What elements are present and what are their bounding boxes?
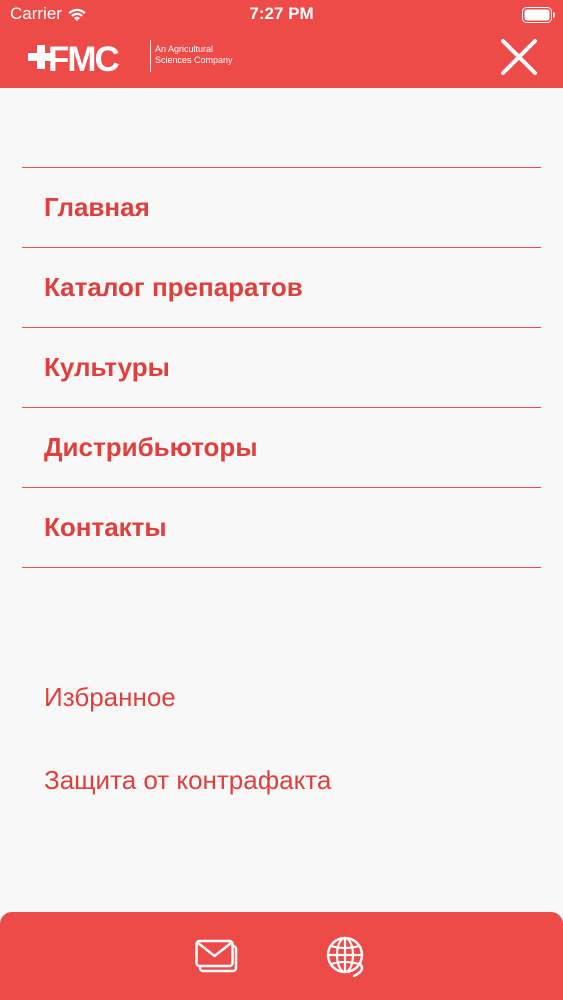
logo-brand-text: FMC: [48, 40, 120, 74]
favorites-link[interactable]: Избранное: [44, 676, 331, 759]
counterfeit-protection-link[interactable]: Защита от контрафакта: [44, 759, 331, 842]
secondary-links: Избранное Защита от контрафакта: [44, 676, 331, 842]
mail-icon[interactable]: [195, 938, 239, 974]
bottom-bar: [0, 912, 563, 1000]
menu-item-distributors[interactable]: Дистрибьюторы: [22, 408, 541, 488]
menu-item-label: Каталог препаратов: [44, 272, 303, 302]
status-bar: Carrier 7:27 PM: [0, 0, 563, 30]
menu-item-label: Культуры: [44, 352, 170, 382]
main-menu: Главная Каталог препаратов Культуры Дист…: [22, 167, 541, 568]
fmc-logo: FMC An Agricultural Sciences Company: [28, 40, 248, 74]
menu-item-home[interactable]: Главная: [22, 168, 541, 248]
status-time: 7:27 PM: [249, 4, 314, 23]
globe-icon[interactable]: [324, 934, 370, 980]
battery-icon: [522, 7, 555, 23]
fmc-logo-mark: FMC: [28, 40, 122, 74]
close-icon[interactable]: [500, 38, 538, 76]
logo-tagline-line1: An Agricultural: [155, 44, 214, 54]
menu-item-label: Контакты: [44, 512, 167, 542]
menu-item-label: Главная: [44, 192, 150, 222]
menu-item-label: Дистрибьюторы: [44, 432, 258, 462]
menu-item-contacts[interactable]: Контакты: [22, 488, 541, 568]
menu-item-crops[interactable]: Культуры: [22, 328, 541, 408]
app-header: Carrier 7:27 PM FMC An Agricultural Scie…: [0, 0, 563, 88]
logo-tagline-line2: Sciences Company: [155, 55, 233, 65]
menu-item-catalog[interactable]: Каталог препаратов: [22, 248, 541, 328]
logo-tagline: An Agricultural Sciences Company: [150, 40, 260, 72]
